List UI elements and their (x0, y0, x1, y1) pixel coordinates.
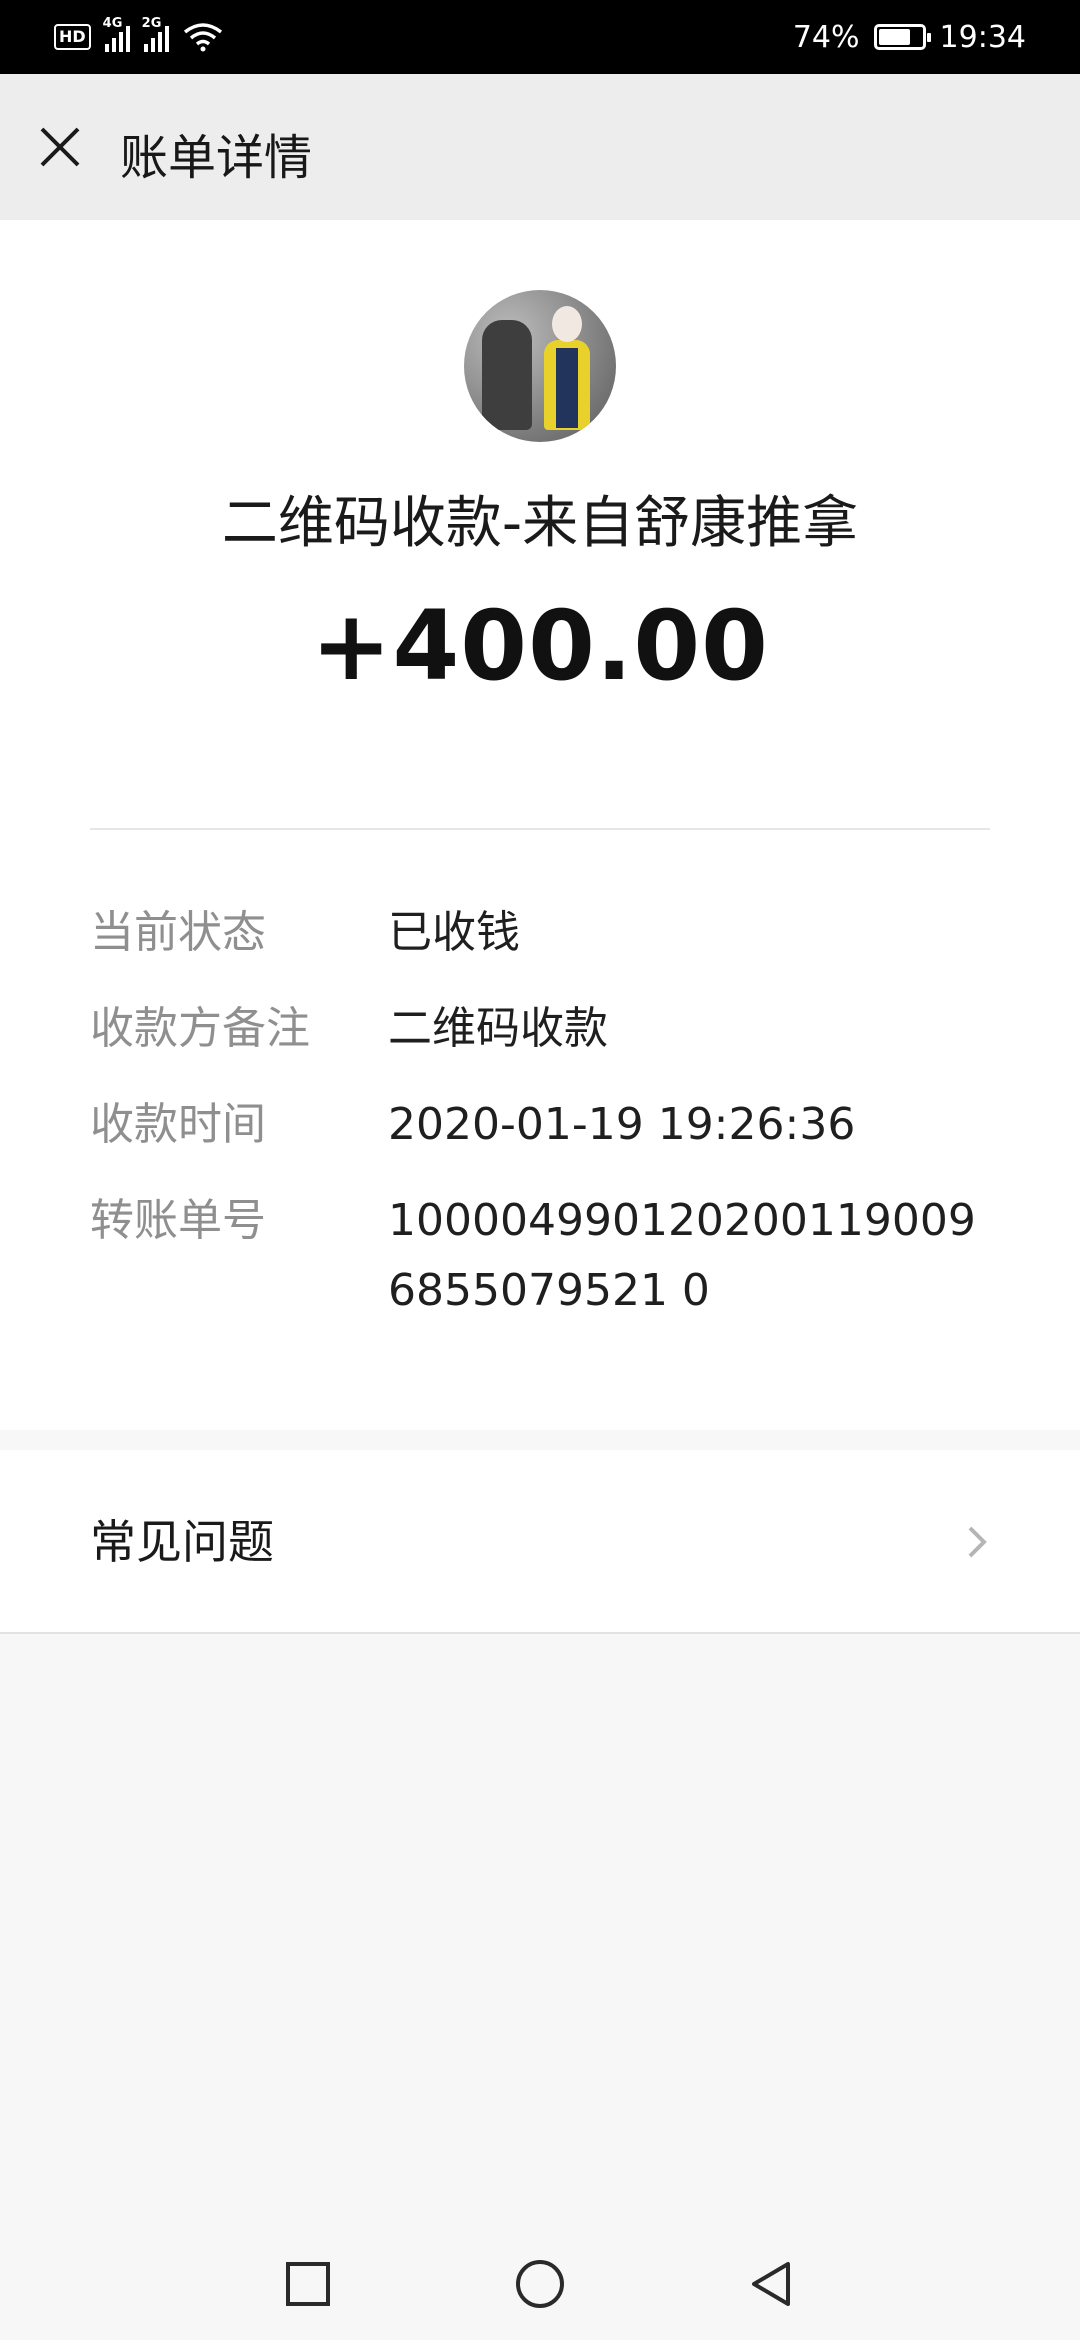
triangle-back-icon[interactable] (744, 2256, 800, 2312)
battery-percent: 74% (792, 19, 860, 55)
clock: 19:34 (939, 19, 1026, 55)
signal-4g-icon: 4G (103, 16, 130, 52)
detail-label: 当前状态 (90, 907, 266, 958)
close-icon[interactable] (36, 123, 84, 171)
status-left: HD 4G 2G (54, 16, 223, 58)
square-recents-icon[interactable] (280, 2256, 336, 2312)
status-right: 74% 19:34 (793, 16, 1026, 58)
hd-badge: HD (54, 24, 91, 50)
faq-row[interactable]: 常见问题 (0, 1450, 1080, 1634)
faq-label: 常见问题 (90, 1515, 274, 1569)
status-bar: HD 4G 2G 74% 19:34 (0, 0, 1080, 74)
transaction-amount: +400.00 (311, 590, 769, 702)
detail-value: 二维码收款 (388, 1003, 608, 1054)
detail-label: 转账单号 (90, 1195, 266, 1246)
detail-value: 已收钱 (388, 907, 520, 958)
transaction-title: 二维码收款-来自舒康推拿 (221, 491, 859, 556)
wifi-icon (183, 23, 222, 52)
system-nav-bar (0, 2210, 1080, 2340)
page-header: 账单详情 (0, 74, 1080, 220)
detail-value: 1000049901202001190096855079521 0 (388, 1195, 976, 1316)
detail-value: 2020-01-19 19:26:36 (388, 1099, 856, 1150)
divider (90, 828, 990, 830)
avatar[interactable] (464, 290, 616, 442)
page-title: 账单详情 (120, 130, 313, 186)
detail-label: 收款方备注 (90, 1003, 310, 1054)
chevron-right-icon (968, 1526, 987, 1558)
bill-detail-card: 二维码收款-来自舒康推拿 +400.00 当前状态 已收钱 收款方备注 二维码收… (0, 220, 1080, 1430)
circle-home-icon[interactable] (512, 2256, 568, 2312)
detail-label: 收款时间 (90, 1099, 266, 1150)
signal-2g-icon: 2G (142, 16, 169, 52)
battery-icon (873, 24, 931, 50)
